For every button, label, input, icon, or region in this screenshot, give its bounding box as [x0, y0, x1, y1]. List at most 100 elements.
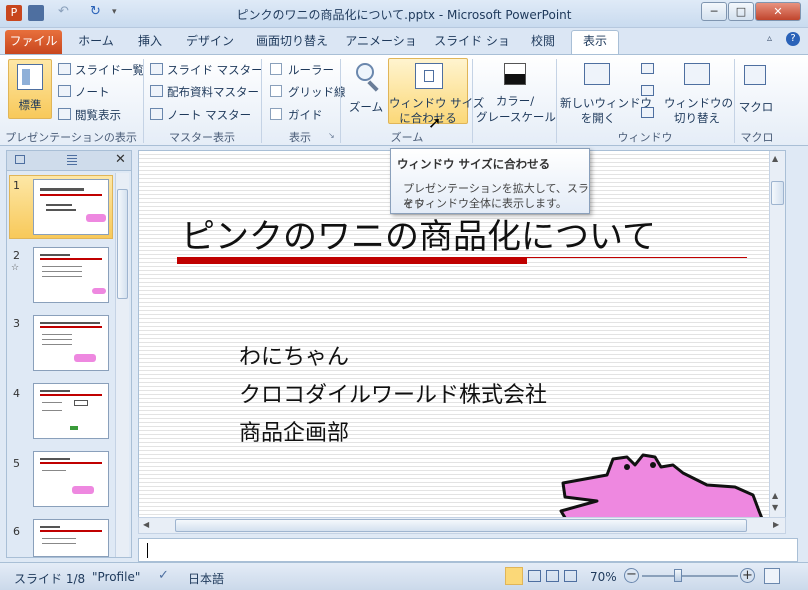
gridlines-checkbox[interactable]: グリッド線 — [270, 84, 346, 100]
next-slide-icon[interactable]: ▼ — [772, 503, 778, 512]
language-indicator[interactable]: 日本語 — [188, 570, 224, 587]
help-icon[interactable]: ? — [786, 32, 800, 46]
slide-indicator: スライド 1/8 — [14, 572, 86, 586]
group-label-presentation-views: プレゼンテーションの表示 — [5, 131, 137, 144]
fit-window-icon — [415, 63, 443, 89]
ribbon-view: 標準 スライド一覧 ノート 閲覧表示 プレゼンテーションの表示 スライド マスタ… — [0, 54, 808, 146]
arrange-all-icon[interactable] — [641, 63, 654, 74]
slide-thumbnail-1[interactable] — [33, 179, 109, 235]
animation-icon: ☆ — [11, 263, 20, 273]
dialog-launcher-icon[interactable]: ↘ — [328, 131, 335, 140]
tab-slideshow[interactable]: スライド ショー — [430, 31, 514, 69]
notes-master-icon — [150, 108, 163, 120]
guides-checkbox[interactable]: ガイド — [270, 107, 323, 123]
tab-view[interactable]: 表示 — [571, 30, 619, 54]
zoom-slider-thumb[interactable] — [674, 569, 682, 582]
thumbnail-number: 4 — [13, 387, 20, 400]
tab-animations[interactable]: アニメーション — [342, 31, 420, 69]
group-label-window: ウィンドウ — [617, 131, 673, 144]
maximize-button[interactable]: □ — [728, 2, 754, 21]
zoom-in-icon[interactable]: + — [740, 568, 755, 583]
switch-window-button[interactable]: ウィンドウの 切り替え — [664, 59, 733, 125]
reading-view-button[interactable]: 閲覧表示 — [58, 107, 121, 123]
title-bar: P ↶ ↻ ▾ ピンクのワニの商品化について.pptx - Microsoft … — [0, 0, 808, 28]
macros-button[interactable]: マクロ — [738, 59, 774, 125]
slide-sorter-icon — [58, 63, 71, 75]
slides-tab-icon[interactable] — [15, 155, 25, 164]
zoom-button[interactable]: ズーム — [346, 59, 386, 121]
reading-view-status-icon[interactable] — [546, 570, 559, 582]
slide-thumbnail-3[interactable] — [33, 315, 109, 371]
slide-thumbnail-4[interactable] — [33, 383, 109, 439]
tab-home[interactable]: ホーム — [72, 31, 120, 54]
reading-view-icon — [58, 108, 71, 120]
switch-window-icon — [684, 63, 710, 85]
thumbnail-number: 5 — [13, 457, 20, 470]
tab-transitions[interactable]: 画面切り替え — [250, 31, 334, 54]
scroll-left-icon[interactable]: ◀ — [143, 520, 149, 529]
subtitle-line-3[interactable]: 商品企画部 — [239, 415, 349, 447]
ribbon-minimize-icon[interactable]: ▵ — [767, 33, 772, 44]
group-label-macros: マクロ — [740, 131, 774, 144]
slide-sorter-status-icon[interactable] — [528, 570, 541, 582]
notes-page-button[interactable]: ノート — [58, 84, 110, 100]
scrollbar-thumb[interactable] — [117, 189, 128, 299]
tab-file[interactable]: ファイル — [5, 30, 62, 54]
handout-master-button[interactable]: 配布資料マスター — [150, 84, 259, 100]
slides-pane: ✕ 1 2 ☆ 3 4 5 6 — [6, 150, 132, 558]
notes-master-button[interactable]: ノート マスター — [150, 107, 251, 123]
ruler-checkbox[interactable]: ルーラー — [270, 62, 334, 78]
slideshow-status-icon[interactable] — [564, 570, 577, 582]
slide-master-icon — [150, 63, 163, 75]
subtitle-line-1[interactable]: わにちゃん — [239, 339, 349, 371]
slide-thumbnail-2[interactable] — [33, 247, 109, 303]
move-split-icon[interactable] — [641, 107, 654, 118]
slide-sorter-button[interactable]: スライド一覧 — [58, 62, 144, 78]
pink-crocodile-image[interactable] — [557, 441, 767, 518]
status-bar: スライド 1/8 "Profile" ✓ 日本語 70% − + — [0, 562, 808, 590]
normal-view-icon — [17, 64, 43, 90]
thumbnail-number: 1 — [13, 179, 20, 192]
slide-vertical-scrollbar[interactable]: ▲ ▲ ▼ — [769, 151, 785, 517]
new-window-button[interactable]: 新しいウィンドウ を開く — [560, 59, 652, 125]
group-label-show: 表示 — [289, 131, 311, 144]
slide-thumbnail-5[interactable] — [33, 451, 109, 507]
spell-check-icon[interactable]: ✓ — [158, 568, 169, 583]
pane-tabs: ✕ — [7, 151, 131, 171]
text-cursor — [147, 543, 148, 558]
slide-master-button[interactable]: スライド マスター — [150, 62, 263, 78]
scroll-right-icon[interactable]: ▶ — [773, 520, 779, 529]
tooltip: ウィンドウ サイズに合わせる プレゼンテーションを拡大して、スライド をウィンド… — [390, 148, 590, 214]
zoom-slider[interactable] — [642, 575, 738, 577]
handout-master-icon — [150, 85, 163, 97]
outline-tab-icon[interactable] — [67, 155, 77, 165]
new-window-icon — [584, 63, 610, 85]
tooltip-title: ウィンドウ サイズに合わせる — [397, 157, 551, 171]
normal-view-button[interactable]: 標準 — [8, 59, 52, 119]
mouse-cursor-icon: ➚ — [428, 113, 442, 132]
normal-view-status-icon[interactable] — [505, 567, 523, 585]
close-button[interactable]: ✕ — [755, 2, 801, 21]
color-grayscale-button[interactable]: カラー/ グレースケール — [476, 59, 556, 125]
scrollbar-thumb[interactable] — [175, 519, 747, 532]
fit-slide-status-icon[interactable] — [764, 568, 780, 584]
pane-scrollbar[interactable] — [115, 173, 129, 557]
close-pane-icon[interactable]: ✕ — [115, 152, 126, 167]
thumbnail-number: 3 — [13, 317, 20, 330]
slide-title[interactable]: ピンクのワニの商品化について — [181, 209, 656, 258]
slide-horizontal-scrollbar[interactable]: ◀ ▶ — [138, 517, 786, 534]
scrollbar-thumb[interactable] — [771, 181, 784, 205]
tab-insert[interactable]: 挿入 — [130, 31, 170, 54]
scroll-up-icon[interactable]: ▲ — [772, 154, 778, 163]
cascade-icon[interactable] — [641, 85, 654, 96]
minimize-button[interactable]: ─ — [701, 2, 727, 21]
zoom-out-icon[interactable]: − — [624, 568, 639, 583]
tab-review[interactable]: 校閲 — [522, 31, 564, 54]
subtitle-line-2[interactable]: クロコダイルワールド株式会社 — [239, 377, 547, 409]
notes-pane[interactable] — [138, 538, 798, 562]
tab-design[interactable]: デザイン — [180, 31, 240, 54]
theme-name[interactable]: "Profile" — [92, 570, 140, 584]
zoom-level[interactable]: 70% — [590, 570, 617, 584]
previous-slide-icon[interactable]: ▲ — [772, 491, 778, 500]
slide-thumbnail-6[interactable] — [33, 519, 109, 557]
